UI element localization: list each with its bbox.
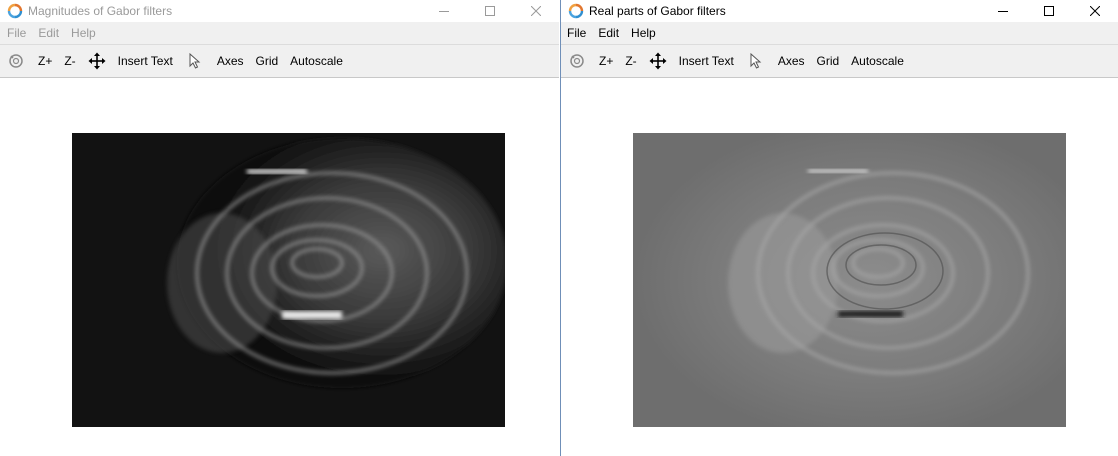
figure-window-magnitudes[interactable]: Magnitudes of Gabor filters File Edit He…	[0, 0, 559, 456]
pan-icon	[649, 52, 667, 70]
close-button[interactable]	[1072, 0, 1118, 22]
grid-button[interactable]: Grid	[817, 54, 840, 68]
menu-help[interactable]: Help	[65, 26, 102, 40]
pan-button[interactable]	[88, 52, 106, 70]
close-button[interactable]	[513, 0, 559, 22]
menu-file[interactable]: File	[1, 26, 32, 40]
maximize-icon	[1044, 6, 1054, 16]
rotate-icon	[9, 54, 23, 68]
figure-toolbar: Z+ Z- Insert Text Axes Grid Autoscale	[561, 44, 1118, 78]
maximize-icon	[485, 6, 495, 16]
gabor-real-part-image	[633, 133, 1066, 427]
zoom-out-button[interactable]: Z-	[625, 54, 636, 68]
maximize-button[interactable]	[1026, 0, 1072, 22]
window-title: Real parts of Gabor filters	[589, 4, 726, 18]
rotate-icon	[570, 54, 584, 68]
minimize-button[interactable]	[421, 0, 467, 22]
caption-buttons	[421, 0, 559, 22]
select-button[interactable]	[750, 53, 762, 69]
grid-button[interactable]: Grid	[256, 54, 279, 68]
figure-window-real-parts[interactable]: Real parts of Gabor filters File Edit He…	[560, 0, 1118, 456]
gabor-magnitude-image	[72, 133, 505, 427]
axes-button[interactable]: Axes	[217, 54, 244, 68]
select-arrow-icon	[189, 53, 201, 69]
zoom-in-button[interactable]: Z+	[599, 54, 613, 68]
zoom-out-button[interactable]: Z-	[64, 54, 75, 68]
close-icon	[1090, 6, 1100, 16]
figure-toolbar: Z+ Z- Insert Text Axes Grid Autoscale	[0, 44, 559, 78]
figure-canvas[interactable]	[561, 79, 1118, 456]
close-icon	[531, 6, 541, 16]
axes-button[interactable]: Axes	[778, 54, 805, 68]
pan-icon	[88, 52, 106, 70]
octave-app-icon	[568, 3, 584, 19]
window-title: Magnitudes of Gabor filters	[28, 4, 173, 18]
menu-edit[interactable]: Edit	[32, 26, 65, 40]
autoscale-button[interactable]: Autoscale	[851, 54, 904, 68]
rotate-button[interactable]	[8, 53, 24, 69]
caption-buttons	[980, 0, 1118, 22]
pan-button[interactable]	[649, 52, 667, 70]
menu-bar: File Edit Help	[561, 22, 1118, 44]
title-bar[interactable]: Real parts of Gabor filters	[561, 0, 1118, 22]
menu-edit[interactable]: Edit	[592, 26, 625, 40]
minimize-button[interactable]	[980, 0, 1026, 22]
insert-text-button[interactable]: Insert Text	[679, 54, 734, 68]
autoscale-button[interactable]: Autoscale	[290, 54, 343, 68]
minimize-icon	[998, 11, 1008, 12]
insert-text-button[interactable]: Insert Text	[118, 54, 173, 68]
select-arrow-icon	[750, 53, 762, 69]
menu-file[interactable]: File	[561, 26, 592, 40]
select-button[interactable]	[189, 53, 201, 69]
desktop: Magnitudes of Gabor filters File Edit He…	[0, 0, 1118, 456]
figure-canvas[interactable]	[0, 79, 559, 456]
octave-app-icon	[7, 3, 23, 19]
rotate-button[interactable]	[569, 53, 585, 69]
menu-bar: File Edit Help	[0, 22, 559, 44]
title-bar[interactable]: Magnitudes of Gabor filters	[0, 0, 559, 22]
maximize-button[interactable]	[467, 0, 513, 22]
menu-help[interactable]: Help	[625, 26, 662, 40]
zoom-in-button[interactable]: Z+	[38, 54, 52, 68]
minimize-icon	[439, 11, 449, 12]
